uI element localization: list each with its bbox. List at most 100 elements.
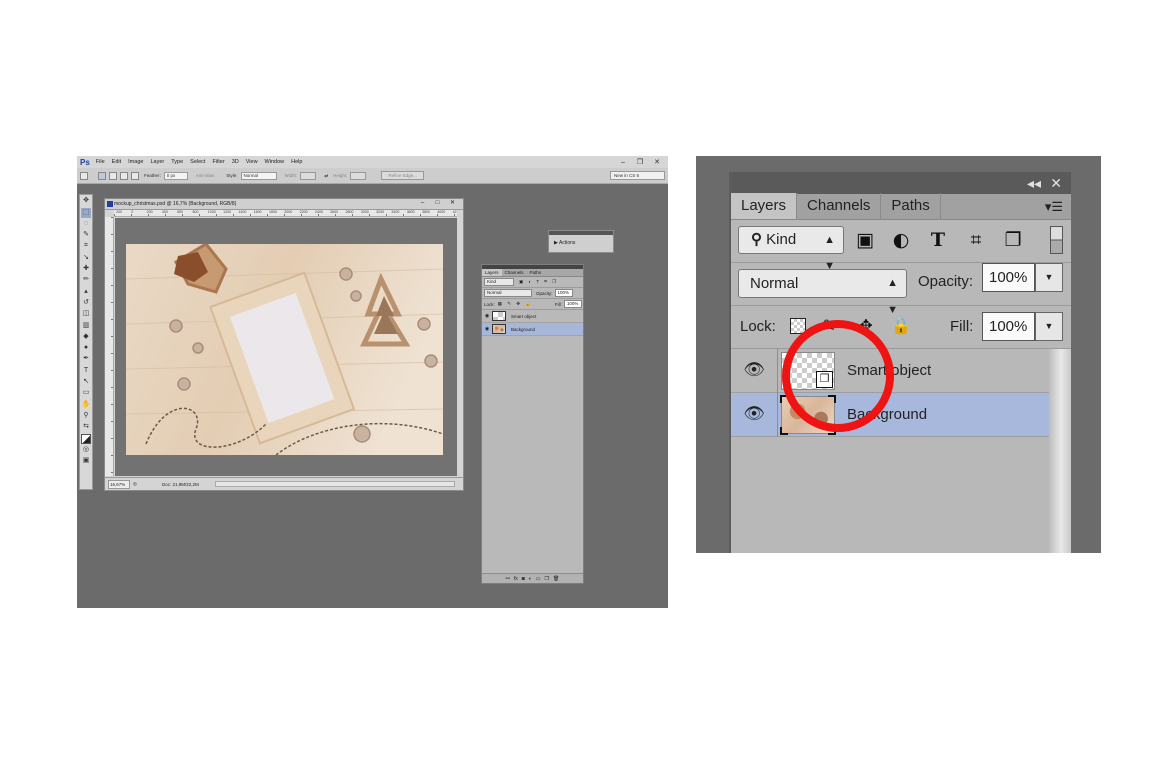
quick-mask-icon[interactable]: ◎ [81, 445, 91, 455]
layer-row-smart-object[interactable]: ◉ Smart object [482, 310, 583, 323]
new-selection-icon[interactable] [98, 171, 106, 180]
tab-layers[interactable]: Layers [482, 269, 502, 276]
close-panel-icon[interactable]: ✕ [1050, 175, 1062, 192]
lasso-tool-icon[interactable]: ◌ [81, 219, 91, 229]
marquee-preset-icon[interactable] [80, 171, 88, 180]
opacity-input[interactable]: 100% [554, 289, 573, 297]
horizontal-scrollbar[interactable] [215, 481, 455, 487]
filter-kind-select[interactable]: ⚲ Kind ▲ ▼ [738, 226, 844, 272]
kind-select[interactable]: Kind [484, 278, 514, 286]
layer-row-background[interactable]: ◉ Background [482, 323, 583, 336]
menu-edit[interactable]: Edit [112, 159, 121, 165]
visibility-eye-icon[interactable]: ◉ [482, 326, 492, 332]
width-input[interactable] [300, 171, 317, 180]
close-icon[interactable]: ✕ [650, 158, 664, 167]
delete-layer-icon[interactable]: 🗑 [553, 576, 559, 582]
antialias-checkbox[interactable]: Anti-alias [196, 173, 215, 178]
panel-menu-icon[interactable]: ▾☰ [1045, 199, 1063, 215]
fill-dropdown-button[interactable]: ▼ [1035, 312, 1063, 341]
screen-mode-icon[interactable]: ▣ [81, 456, 91, 466]
shape-tool-icon[interactable]: ▭ [81, 388, 91, 398]
feather-input[interactable]: 0 px [163, 171, 188, 180]
stamp-tool-icon[interactable]: ▴ [81, 287, 91, 297]
path-select-tool-icon[interactable]: ↖ [81, 377, 91, 387]
menu-type[interactable]: Type [171, 159, 183, 165]
lock-all-icon[interactable]: 🔒 [891, 316, 911, 336]
healing-tool-icon[interactable]: ✚ [81, 264, 91, 274]
hand-tool-icon[interactable]: ✋ [81, 400, 91, 410]
panel-header[interactable]: ◂◂ ✕ [731, 172, 1071, 194]
zoom-tool-icon[interactable]: ⚲ [81, 411, 91, 421]
lock-icons[interactable]: ▦ ✎ ✥ 🔒 [498, 301, 533, 307]
eyedropper-tool-icon[interactable]: ↘ [81, 253, 91, 263]
quick-select-tool-icon[interactable]: ✎ [81, 230, 91, 240]
history-brush-tool-icon[interactable]: ↺ [81, 298, 91, 308]
type-tool-icon[interactable]: T [81, 366, 91, 376]
workspace-select[interactable]: New in CS 6 [610, 171, 665, 180]
new-layer-icon[interactable]: ❐ [545, 576, 549, 582]
menu-file[interactable]: File [96, 159, 105, 165]
adjustment-filter-icon[interactable]: ◐ [890, 229, 912, 251]
actions-panel-tab[interactable]: ▶ Actions [549, 235, 613, 251]
color-swatches-icon[interactable] [81, 433, 91, 444]
swap-colors-icon[interactable]: ⇆ [81, 422, 91, 432]
restore-icon[interactable]: ❐ [633, 158, 647, 167]
refine-edge-button[interactable]: Refine Edge... [381, 171, 424, 180]
visibility-eye-icon[interactable]: 👁 [743, 361, 765, 379]
style-select[interactable]: Normal [240, 171, 277, 180]
menu-help[interactable]: Help [291, 159, 302, 165]
type-filter-icon[interactable]: T [927, 229, 949, 251]
blur-tool-icon[interactable]: ◆ [81, 332, 91, 342]
smart-object-filter-icon[interactable]: ❐ [1002, 229, 1024, 251]
new-group-icon[interactable]: ▭ [536, 576, 541, 582]
adjustment-layer-icon[interactable]: ◐ [529, 576, 532, 582]
marquee-tool-icon[interactable]: ⬚ [81, 207, 91, 218]
fill-input[interactable]: 100% [563, 300, 582, 308]
menu-window[interactable]: Window [265, 159, 285, 165]
status-info-icon[interactable]: ◎ [133, 481, 137, 487]
menu-view[interactable]: View [246, 159, 258, 165]
brush-tool-icon[interactable]: ✏ [81, 275, 91, 285]
subtract-selection-icon[interactable] [120, 171, 128, 180]
document-tab[interactable]: mockup_christmas.psd @ 16,7% (Background… [105, 199, 463, 210]
menu-image[interactable]: Image [128, 159, 143, 165]
layer-row-background[interactable]: 👁 Background [731, 393, 1049, 437]
document-canvas[interactable] [115, 218, 457, 476]
collapse-panel-icon[interactable]: ◂◂ [1027, 175, 1041, 192]
layers-scrollbar[interactable] [1049, 349, 1071, 553]
filter-toggle-switch[interactable] [1050, 226, 1063, 254]
visibility-eye-icon[interactable]: ◉ [482, 313, 492, 319]
shape-filter-icon[interactable]: ⌗ [965, 229, 987, 251]
doc-minimize-icon[interactable]: – [416, 199, 429, 208]
pen-tool-icon[interactable]: ✒ [81, 354, 91, 364]
link-layers-icon[interactable]: ⚯ [506, 576, 510, 582]
fx-icon[interactable]: fx [514, 576, 518, 582]
eraser-tool-icon[interactable]: ◫ [81, 309, 91, 319]
filter-icons[interactable]: ▣ ◐ T ⌗ ❐ [519, 279, 558, 285]
height-input[interactable] [350, 171, 367, 180]
intersect-selection-icon[interactable] [131, 171, 139, 180]
move-tool-icon[interactable]: ✥ [81, 196, 91, 206]
menu-3d[interactable]: 3D [232, 159, 239, 165]
tab-channels[interactable]: Channels [502, 269, 527, 276]
swap-icon[interactable]: ⇄ [324, 173, 328, 179]
add-mask-icon[interactable]: ◙ [522, 576, 525, 582]
zoom-field[interactable]: 16,67% [108, 479, 130, 489]
visibility-eye-icon[interactable]: 👁 [743, 405, 765, 423]
opacity-input[interactable]: 100% [982, 263, 1035, 292]
blend-mode-select[interactable]: Normal ▲ ▼ [738, 269, 907, 316]
crop-tool-icon[interactable]: ⌗ [81, 241, 91, 251]
dodge-tool-icon[interactable]: ● [81, 343, 91, 353]
tab-paths[interactable]: Paths [881, 193, 941, 219]
image-filter-icon[interactable]: ▣ [854, 229, 876, 251]
menu-layer[interactable]: Layer [150, 159, 164, 165]
tab-paths[interactable]: Paths [527, 269, 545, 276]
fill-input[interactable]: 100% [982, 312, 1035, 341]
tab-channels[interactable]: Channels [797, 193, 882, 219]
tab-layers[interactable]: Layers [731, 193, 798, 219]
menu-filter[interactable]: Filter [212, 159, 224, 165]
doc-close-icon[interactable]: ✕ [446, 199, 459, 208]
doc-maximize-icon[interactable]: □ [431, 199, 444, 208]
blend-mode-select[interactable]: Normal [484, 289, 532, 297]
minimize-icon[interactable]: – [616, 158, 630, 167]
